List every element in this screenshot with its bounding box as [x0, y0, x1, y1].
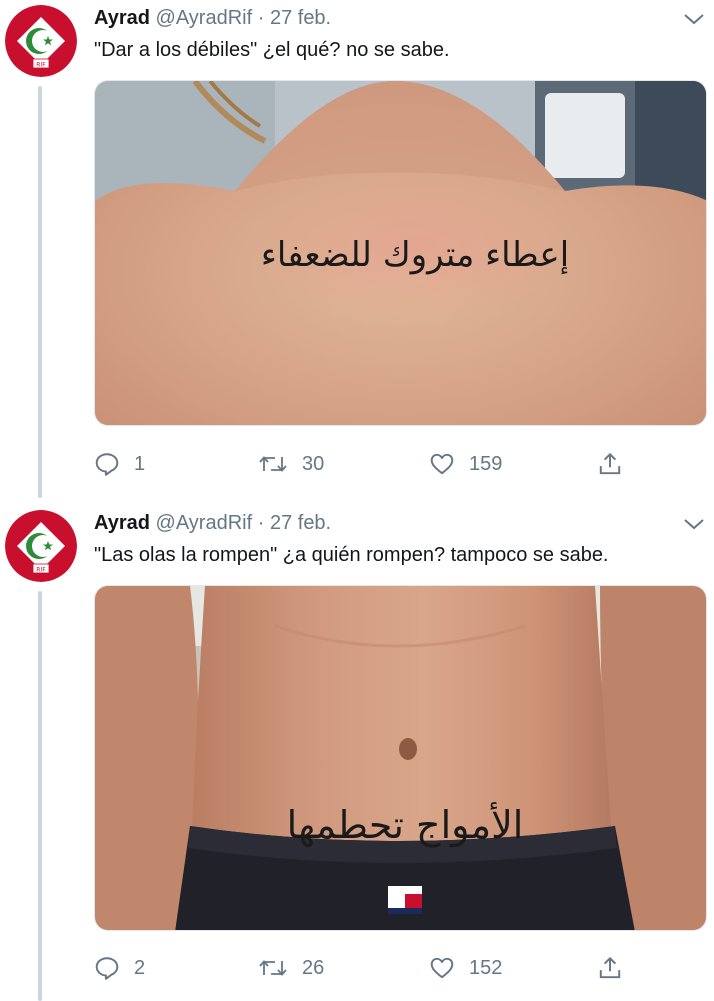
tattoo-text: إعطاء متروك للضعفاء — [261, 235, 569, 275]
like-button[interactable]: 152 — [429, 951, 502, 985]
chevron-down-icon — [684, 14, 704, 25]
like-count: 159 — [469, 452, 503, 475]
author-name[interactable]: Ayrad — [94, 512, 150, 534]
tweet-photo[interactable]: الأمواج تحطمها — [94, 585, 707, 931]
separator-dot: · — [257, 512, 265, 534]
author-handle[interactable]: @AyradRif — [156, 7, 253, 29]
reply-icon — [95, 453, 119, 476]
rif-flag-avatar-icon: RIF — [5, 510, 77, 582]
reply-button[interactable]: 2 — [94, 951, 145, 985]
like-button[interactable]: 159 — [429, 447, 502, 481]
reply-icon — [95, 957, 119, 980]
tweet-text: "Dar a los débiles" ¿el qué? no se sabe. — [94, 39, 450, 61]
reply-button[interactable]: 1 — [94, 447, 145, 481]
tweet-header: Ayrad @AyradRif · 27 feb. — [94, 509, 331, 537]
tweet-actions: 2 26 152 — [94, 951, 707, 985]
like-count: 152 — [469, 956, 503, 979]
avatar[interactable]: RIF — [5, 510, 77, 582]
stomach-tattoo-image: الأمواج تحطمها — [95, 586, 706, 930]
back-tattoo-image: إعطاء متروك للضعفاء — [95, 81, 706, 425]
share-icon — [599, 452, 621, 475]
chevron-down-icon — [684, 519, 704, 530]
share-button[interactable] — [597, 447, 623, 481]
tweet-text: "Las olas la rompen" ¿a quién rompen? ta… — [94, 544, 609, 566]
tweet-photo[interactable]: إعطاء متروك للضعفاء — [94, 80, 707, 426]
tweet-actions: 1 30 159 — [94, 447, 707, 481]
reply-count: 2 — [134, 956, 146, 979]
heart-icon — [430, 957, 454, 979]
retweet-button[interactable]: 26 — [258, 951, 324, 985]
tweet-header: Ayrad @AyradRif · 27 feb. — [94, 4, 331, 32]
tweet-date[interactable]: 27 feb. — [270, 7, 331, 29]
separator-dot: · — [257, 7, 265, 29]
tweet-menu-button[interactable] — [680, 8, 708, 30]
heart-icon — [430, 453, 454, 475]
rif-flag-avatar-icon: RIF — [5, 5, 77, 77]
tweet[interactable]: RIF Ayrad @AyradRif · 27 feb. "Las olas … — [0, 505, 714, 1001]
avatar-badge-text: RIF — [36, 567, 46, 574]
author-handle[interactable]: @AyradRif — [156, 512, 253, 534]
share-button[interactable] — [597, 951, 623, 985]
reply-count: 1 — [134, 452, 146, 475]
retweet-count: 26 — [302, 956, 325, 979]
retweet-icon — [259, 456, 287, 472]
retweet-count: 30 — [302, 452, 325, 475]
retweet-button[interactable]: 30 — [258, 447, 324, 481]
tattoo-text: الأمواج تحطمها — [287, 801, 524, 848]
share-icon — [599, 956, 621, 979]
tweet-date[interactable]: 27 feb. — [270, 512, 331, 534]
retweet-icon — [259, 960, 287, 976]
author-name[interactable]: Ayrad — [94, 7, 150, 29]
avatar[interactable]: RIF — [5, 5, 77, 77]
avatar-badge-text: RIF — [36, 62, 46, 69]
tweet-menu-button[interactable] — [680, 513, 708, 535]
tweet[interactable]: RIF Ayrad @AyradRif · 27 feb. "Dar a los… — [0, 0, 714, 500]
